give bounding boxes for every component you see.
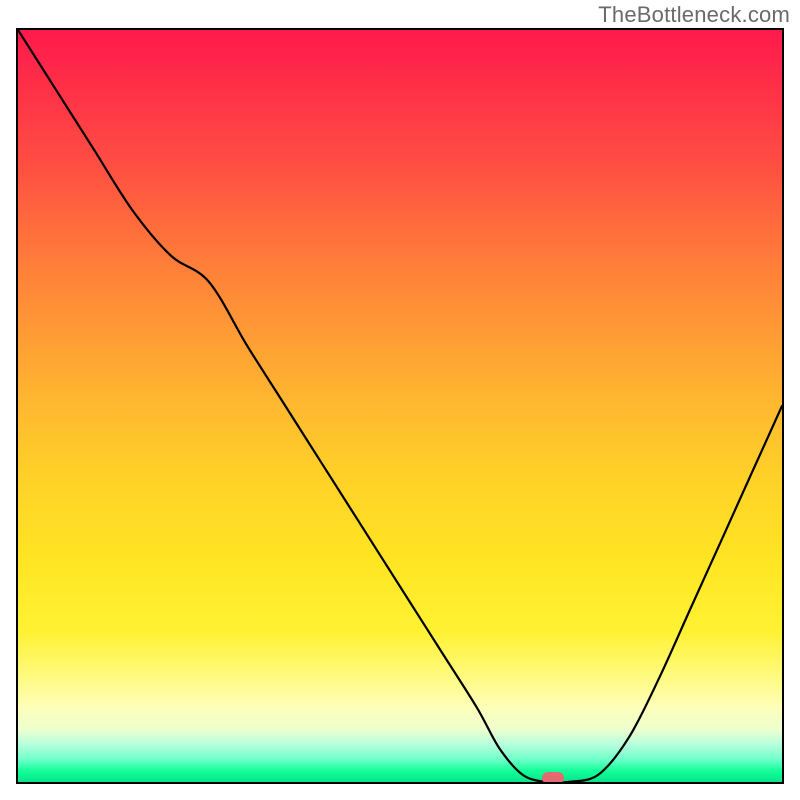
optimal-marker bbox=[542, 772, 564, 784]
severity-gradient bbox=[18, 30, 782, 782]
plot-area bbox=[16, 28, 784, 784]
watermark-text: TheBottleneck.com bbox=[598, 2, 790, 28]
chart-frame: TheBottleneck.com bbox=[0, 0, 800, 800]
